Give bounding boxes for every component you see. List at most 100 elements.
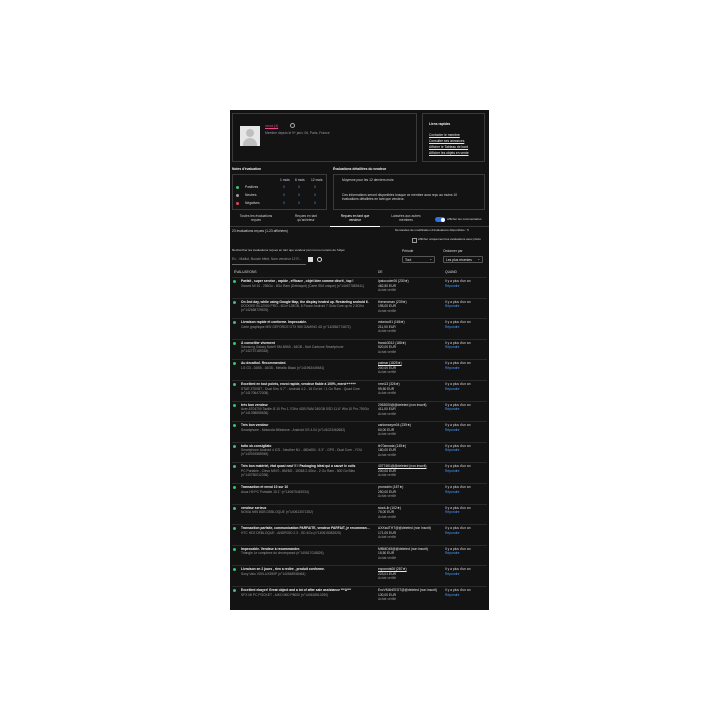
periode-select[interactable]: Tout ⌄	[402, 256, 435, 263]
row-item[interactable]: LG G3 - D855 - 16GB - Metallic Black (n°…	[241, 366, 371, 374]
row-item[interactable]: Smartphone Android 4 ICS - Neuther N1 - …	[241, 448, 371, 456]
row-user[interactable]: tlr70amada (145★)	[378, 444, 438, 448]
row-title: Au decathol. Recommended.	[241, 361, 287, 366]
row-verified: Achat vérifié	[378, 329, 397, 334]
row-verified: Achat vérifié	[378, 288, 397, 292]
row-price: 200,00 EUR	[378, 365, 396, 370]
row-user[interactable]: nmn13 (326★)	[378, 382, 438, 386]
row-title: Très bon vendeur	[241, 423, 269, 428]
tab-seller[interactable]: Reçues en tant que vendeur	[330, 214, 380, 227]
row-item[interactable]: STAR Z700BT - Dual Sim, 5.7" - Android 4…	[241, 387, 371, 395]
row-when: Il y a plus d'un an	[445, 382, 471, 386]
row-reply-link[interactable]: Répondre	[445, 345, 459, 349]
row-user[interactable]: stock-lb (102★)	[378, 506, 438, 510]
row-user[interactable]: 4077461@@deleted (non inscrit)	[378, 464, 438, 468]
search-input[interactable]: Ex. : Maillot, Boucle bébé, Nom vendeur …	[232, 256, 306, 265]
row-item[interactable]: Sony Vaio VGN-UX390P (n°140548938464)	[241, 572, 371, 580]
row-reply-link[interactable]: Répondre	[445, 469, 459, 473]
row-user[interactable]: patmar (1825★)	[378, 361, 438, 365]
profile-username[interactable]: xxxxx (4)	[265, 124, 278, 128]
link-items-for-sale[interactable]: Afficher les objets en vente	[429, 151, 469, 155]
tab-buyer[interactable]: Reçues en tant qu'acheteur	[282, 214, 330, 226]
info-icon[interactable]	[290, 123, 295, 128]
table-row: Excellent ebayer! Great object and a lot…	[230, 588, 489, 609]
header-de: DE	[378, 270, 383, 274]
neg-12[interactable]: 0	[314, 201, 316, 205]
neu-12[interactable]: 0	[314, 193, 316, 197]
row-reply-link[interactable]: Répondre	[445, 448, 459, 452]
row-reply-link[interactable]: Répondre	[445, 366, 459, 370]
row-price: 15,50 EUR	[378, 551, 395, 556]
search-clear-button[interactable]	[308, 257, 313, 262]
row-user[interactable]: carlomaxym04 (239★)	[378, 423, 438, 427]
photo-checkbox[interactable]	[412, 238, 417, 243]
row-item[interactable]: Samsung Galaxy Note9 SM-N960 - 64GB - No…	[241, 345, 371, 353]
row-divider	[232, 297, 487, 299]
row-reply-link[interactable]: Répondre	[445, 428, 459, 432]
link-contact[interactable]: Contacter le membre	[429, 133, 460, 137]
col-1-mois: 1 mois	[280, 178, 290, 182]
row-reply-link[interactable]: Répondre	[445, 531, 459, 535]
row-price: 60,00 EUR	[378, 427, 395, 432]
row-user[interactable]: promobin (187★)	[378, 485, 438, 489]
search-icon[interactable]	[317, 257, 322, 262]
row-user[interactable]: exponnts06 (287★)	[378, 567, 438, 571]
row-item[interactable]: Xiaomi Mi 10 - 256Go - 8Go Ram (Débloqué…	[241, 284, 371, 292]
pos-1[interactable]: 0	[283, 185, 285, 189]
row-reply-link[interactable]: Répondre	[445, 510, 459, 514]
comments-toggle[interactable]	[435, 217, 445, 222]
row-item[interactable]: Asus H9 PC Portable 15.1" (n°14067544923…	[241, 490, 371, 498]
table-row: Impeccable. Vendeur à recommander. Triang…	[230, 547, 489, 568]
row-reply-link[interactable]: Répondre	[445, 304, 459, 308]
positive-dot-icon	[233, 589, 236, 592]
row-reply-link[interactable]: Répondre	[445, 572, 459, 576]
search-label: Rechercher les évaluations reçues en tan…	[232, 248, 345, 252]
table-row: Très bon vendeur Smartphone - Motorola Mi…	[230, 423, 489, 444]
positive-dot-icon	[233, 506, 236, 510]
neg-1[interactable]: 0	[283, 201, 285, 205]
row-item[interactable]: Carte graphique MSI GEFORCE GTX 960 GAMI…	[241, 325, 371, 333]
row-user[interactable]: AXXsulTHT@@deleted (non inscrit)	[378, 526, 438, 530]
row-user[interactable]: 2063000@@deleted (non inscrit)	[378, 403, 438, 407]
positive-dot-icon	[233, 424, 236, 428]
row-reply-link[interactable]: Répondre	[445, 284, 459, 288]
row-reply-link[interactable]: Répondre	[445, 593, 459, 597]
pos-12[interactable]: 0	[314, 185, 316, 189]
neg-6[interactable]: 0	[298, 201, 300, 205]
row-user[interactable]: EnzVM4hEEGT@@deleted (non inscrit)	[378, 588, 438, 592]
row-item[interactable]: Acer AT04700 Tactile i3 10 Pro 1.7GHz 4G…	[241, 407, 371, 415]
row-item[interactable]: HTC HD2 DEBLOQUE - ANDROID 2.3 - SD 4Go …	[241, 531, 371, 539]
row-user[interactable]: thenewman (239★)	[378, 300, 438, 304]
row-user[interactable]: lpatocoder06 (230★)	[378, 279, 438, 283]
neu-6[interactable]: 0	[298, 193, 300, 197]
neu-1[interactable]: 0	[283, 193, 285, 197]
col-12-mois: 12 mois	[311, 178, 323, 182]
detailed-subtitle: Moyenne pour les 12 derniers mois	[342, 178, 394, 182]
row-reply-link[interactable]: Répondre	[445, 551, 459, 555]
link-dashboard[interactable]: Afficher le Tableau de bord	[429, 145, 468, 149]
row-reply-link[interactable]: Répondre	[445, 490, 459, 494]
link-listings[interactable]: Consulter ses annonces	[429, 139, 464, 143]
row-reply-link[interactable]: Répondre	[445, 325, 459, 329]
row-item[interactable]: PC Portable - Clevo M570 - 8M/M2 - 15368…	[241, 469, 371, 477]
row-user[interactable]: franck3012 (188★)	[378, 341, 438, 345]
row-reply-link[interactable]: Répondre	[445, 387, 459, 391]
ordre-select[interactable]: Les plus récentes ⌄	[443, 256, 483, 263]
row-item[interactable]: Triangle Le complexe du chrompanot (n°14…	[241, 551, 371, 559]
row-divider	[232, 359, 487, 361]
row-item[interactable]: DOOGEE BL12000 PRO - 6Go+128GB, 6 Pouce …	[241, 304, 371, 312]
pos-6[interactable]: 0	[298, 185, 300, 189]
row-user[interactable]: Mf6MD45@@deleted (non inscrit)	[378, 547, 438, 551]
row-verified: Achat vérifié	[378, 555, 397, 560]
row-reply-link[interactable]: Répondre	[445, 407, 459, 411]
tab-all[interactable]: Toutes les évaluations reçues	[230, 214, 282, 226]
row-price: 411,00 EUR	[378, 407, 396, 412]
row-user[interactable]: mlonico51 (166★)	[378, 320, 438, 324]
positive-dot-icon	[233, 465, 236, 469]
row-item[interactable]: SFX MI PC POCKET - AIKO MID P8000 (n°140…	[241, 593, 371, 601]
row-when: Il y a plus d'un an	[445, 588, 471, 592]
row-item[interactable]: NOKIA N95 8GB DEBLOQUE (n°140613071352)	[241, 510, 371, 518]
row-item[interactable]: Smartphone - Motorola Milestone - Androi…	[241, 428, 371, 436]
row-when: Il y a plus d'un an	[445, 526, 471, 531]
tab-left-for-others[interactable]: Laissées aux autres membres	[380, 214, 432, 226]
